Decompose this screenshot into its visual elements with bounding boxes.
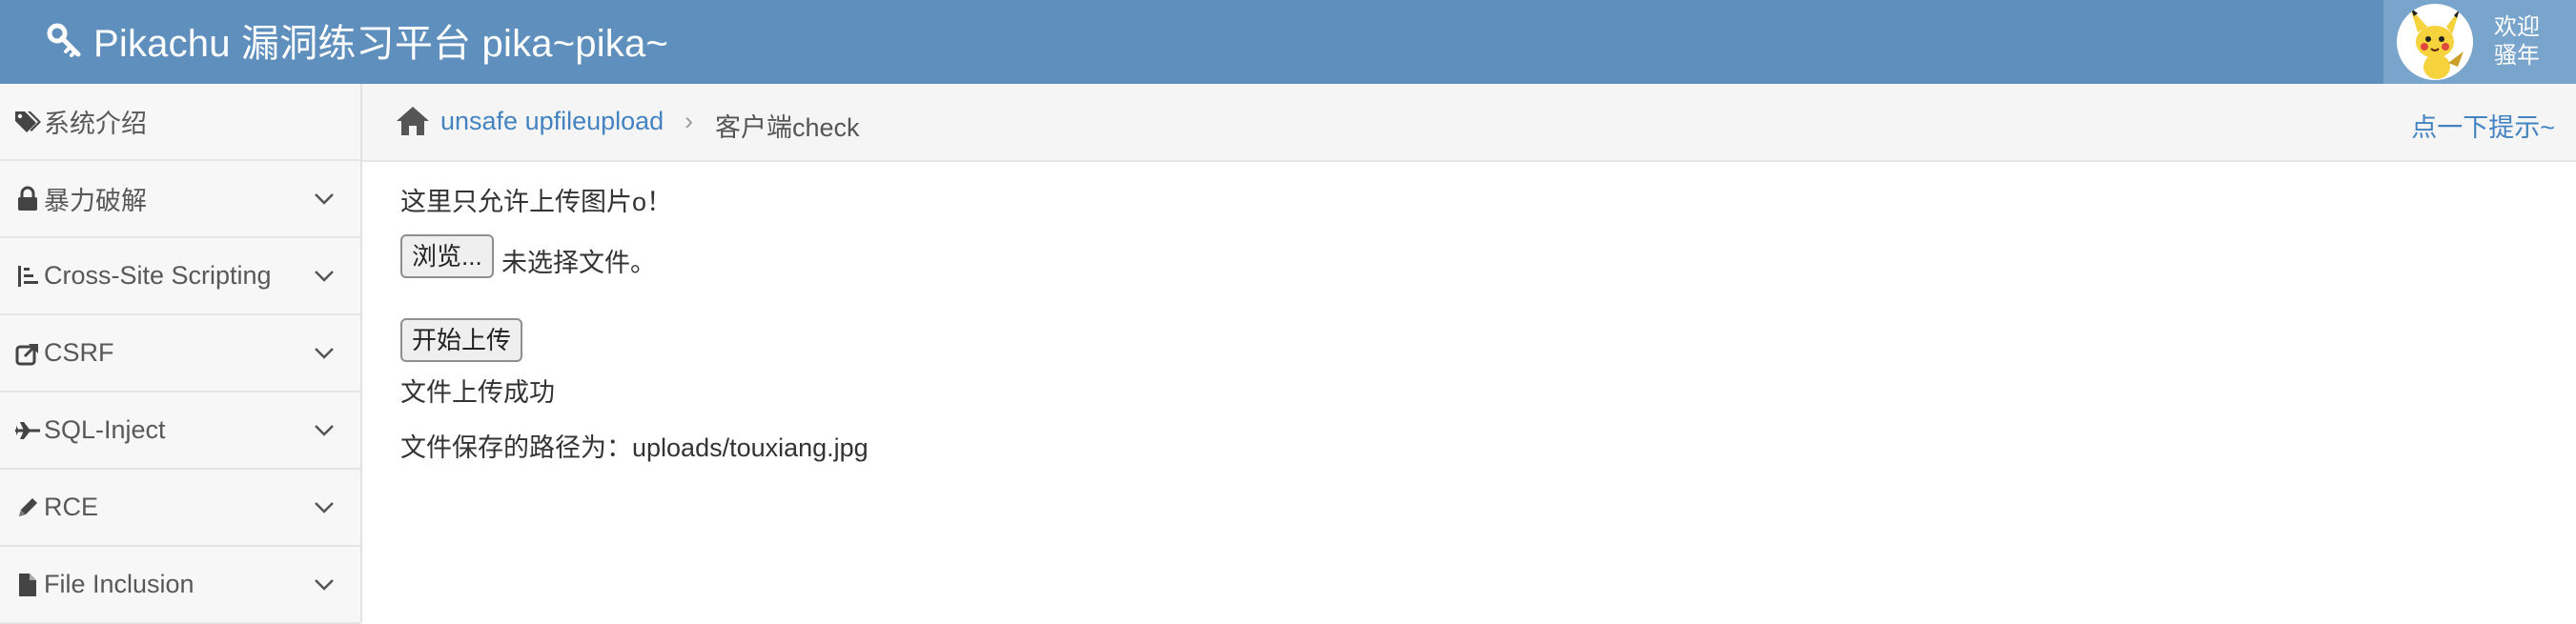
sidebar-item-csrf[interactable]: CSRF: [0, 315, 360, 393]
chevron-down-icon[interactable]: [313, 574, 336, 596]
breadcrumb-link-upfileupload[interactable]: unsafe upfileupload: [440, 107, 664, 136]
top-navbar: Pikachu 漏洞练习平台 pika~pika~ 欢迎 骚年: [0, 0, 2576, 84]
plane-icon: [13, 416, 42, 445]
sidebar-item-label: SQL-Inject: [44, 415, 166, 444]
sidebar-item-intro[interactable]: 系统介绍: [0, 84, 360, 161]
hint-link[interactable]: 点一下提示~: [2411, 107, 2555, 144]
sidebar-item-xss[interactable]: Cross-Site Scripting: [0, 238, 360, 315]
sidebar: 系统介绍 暴力破解 Cross-Site Scripting CSRF SQL-…: [0, 84, 362, 624]
app-title: Pikachu 漏洞练习平台 pika~pika~: [93, 23, 669, 65]
share-icon: [13, 339, 42, 368]
tags-icon: [13, 108, 42, 136]
brand[interactable]: Pikachu 漏洞练习平台 pika~pika~: [46, 0, 668, 80]
breadcrumb-current: 客户端check: [715, 113, 860, 142]
avatar[interactable]: [2397, 4, 2473, 80]
welcome-line2: 骚年: [2494, 43, 2540, 69]
home-icon[interactable]: [395, 105, 431, 142]
upload-notice: 这里只允许上传图片o！: [400, 188, 673, 216]
saved-path-message: 文件保存的路径为：uploads/touxiang.jpg: [400, 433, 869, 462]
welcome-text: 欢迎 骚年: [2494, 13, 2540, 70]
sidebar-item-brute-force[interactable]: 暴力破解: [0, 161, 360, 238]
sidebar-item-sql-inject[interactable]: SQL-Inject: [0, 393, 360, 470]
key-icon: [46, 22, 82, 58]
chevron-down-icon[interactable]: [313, 496, 336, 519]
chevron-down-icon[interactable]: [313, 342, 336, 365]
sidebar-item-label: File Inclusion: [44, 570, 194, 598]
breadcrumb: unsafe upfileupload › 客户端check 点一下提示~: [362, 84, 2576, 162]
welcome-line1: 欢迎: [2494, 14, 2540, 40]
sidebar-item-label: 系统介绍: [44, 110, 147, 138]
chevron-down-icon[interactable]: [313, 419, 336, 442]
pencil-icon: [13, 493, 42, 522]
sidebar-item-label: 暴力破解: [44, 187, 147, 215]
lock-icon: [13, 185, 42, 213]
sidebar-item-file-inclusion[interactable]: File Inclusion: [0, 547, 360, 624]
chevron-down-icon[interactable]: [313, 265, 336, 288]
list-icon: [13, 262, 42, 291]
sidebar-item-label: CSRF: [44, 338, 114, 367]
sidebar-item-rce[interactable]: RCE: [0, 470, 360, 547]
browse-button[interactable]: 浏览...: [400, 234, 494, 278]
upload-success-message: 文件上传成功: [400, 378, 555, 407]
sidebar-item-label: RCE: [44, 493, 99, 521]
file-icon: [13, 571, 42, 599]
user-menu[interactable]: 欢迎 骚年: [2383, 0, 2576, 84]
sidebar-item-label: Cross-Site Scripting: [44, 261, 272, 290]
chevron-down-icon[interactable]: [313, 188, 336, 211]
file-status: 未选择文件。: [501, 249, 656, 277]
breadcrumb-separator: ›: [685, 107, 693, 135]
upload-button[interactable]: 开始上传: [400, 318, 523, 362]
